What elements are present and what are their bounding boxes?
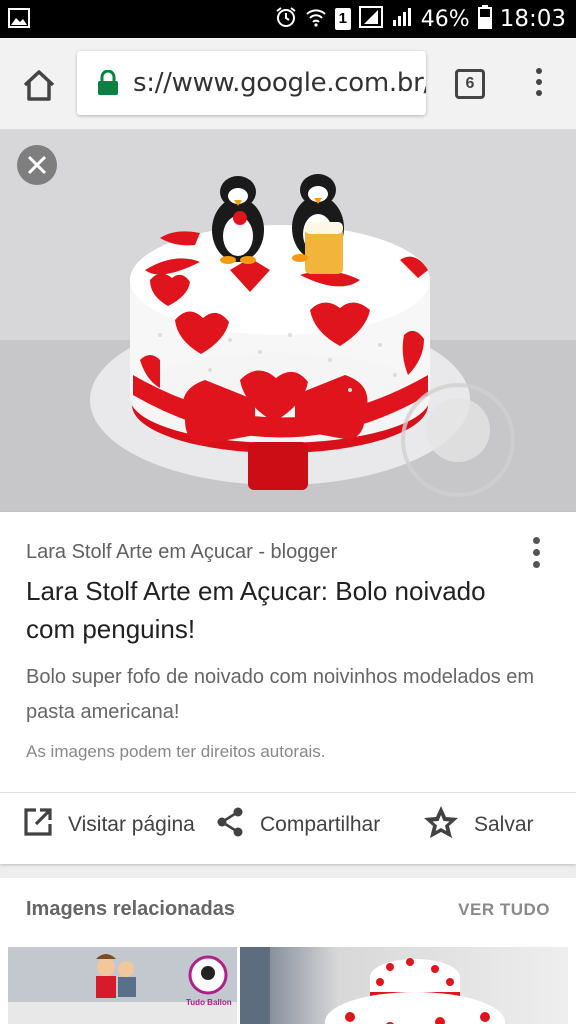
save-label: Salvar [474, 813, 534, 836]
result-title[interactable]: Lara Stolf Arte em Açucar: Bolo noivado … [26, 572, 526, 648]
cake-photo [0, 130, 576, 512]
related-images-section: Imagens relacionadas VER TUDO Tudo Ballo… [0, 878, 576, 1024]
result-description: Bolo super fofo de noivado com noivinhos… [26, 666, 535, 723]
copyright-notice: As imagens podem ter direitos autorais. [26, 742, 326, 761]
related-image-thumbnail[interactable]: Tudo Ballon [8, 947, 237, 1024]
share-button[interactable]: Compartilhar [214, 806, 381, 844]
battery-icon [477, 4, 492, 34]
lock-icon [97, 69, 119, 101]
signal-icon-2 [391, 6, 413, 33]
sim-badge: 1 [334, 8, 351, 30]
share-label: Compartilhar [260, 813, 381, 836]
related-image-thumbnail[interactable] [240, 947, 568, 1024]
close-icon[interactable] [17, 145, 57, 185]
open-external-icon [22, 806, 54, 844]
alarm-icon [275, 6, 297, 33]
star-icon [422, 804, 460, 846]
preview-image[interactable] [0, 130, 576, 512]
status-bar: 1 46% 18:03 [0, 0, 576, 38]
visit-page-label: Visitar página [68, 813, 195, 836]
save-button[interactable]: Salvar [422, 806, 534, 842]
url-text: s://www.google.com.br/s [133, 68, 426, 98]
source-label[interactable]: Lara Stolf Arte em Açucar - blogger [26, 541, 337, 564]
signal-icon [358, 5, 383, 33]
see-all-link[interactable]: VER TUDO [458, 900, 550, 920]
related-image-2 [240, 947, 505, 1024]
home-icon[interactable] [20, 66, 58, 104]
visit-page-button[interactable]: Visitar página [22, 808, 195, 842]
wifi-icon [305, 6, 327, 33]
related-images-title: Imagens relacionadas [26, 898, 235, 920]
image-details-card: Lara Stolf Arte em Açucar - blogger Lara… [0, 512, 576, 864]
clock: 18:03 [499, 6, 566, 32]
browser-toolbar: s://www.google.com.br/s 6 [0, 38, 576, 130]
url-bar[interactable]: s://www.google.com.br/s [77, 51, 426, 115]
card-overflow-menu-icon[interactable] [530, 537, 542, 573]
picture-icon [8, 8, 30, 33]
tabs-icon[interactable]: 6 [455, 69, 485, 99]
divider [0, 792, 576, 793]
battery-percent: 46% [420, 6, 470, 32]
related-image-1 [8, 947, 237, 1024]
overflow-menu-icon[interactable] [530, 68, 548, 102]
share-icon [214, 806, 246, 844]
related-thumb-logo: Tudo Ballon [186, 998, 232, 1007]
